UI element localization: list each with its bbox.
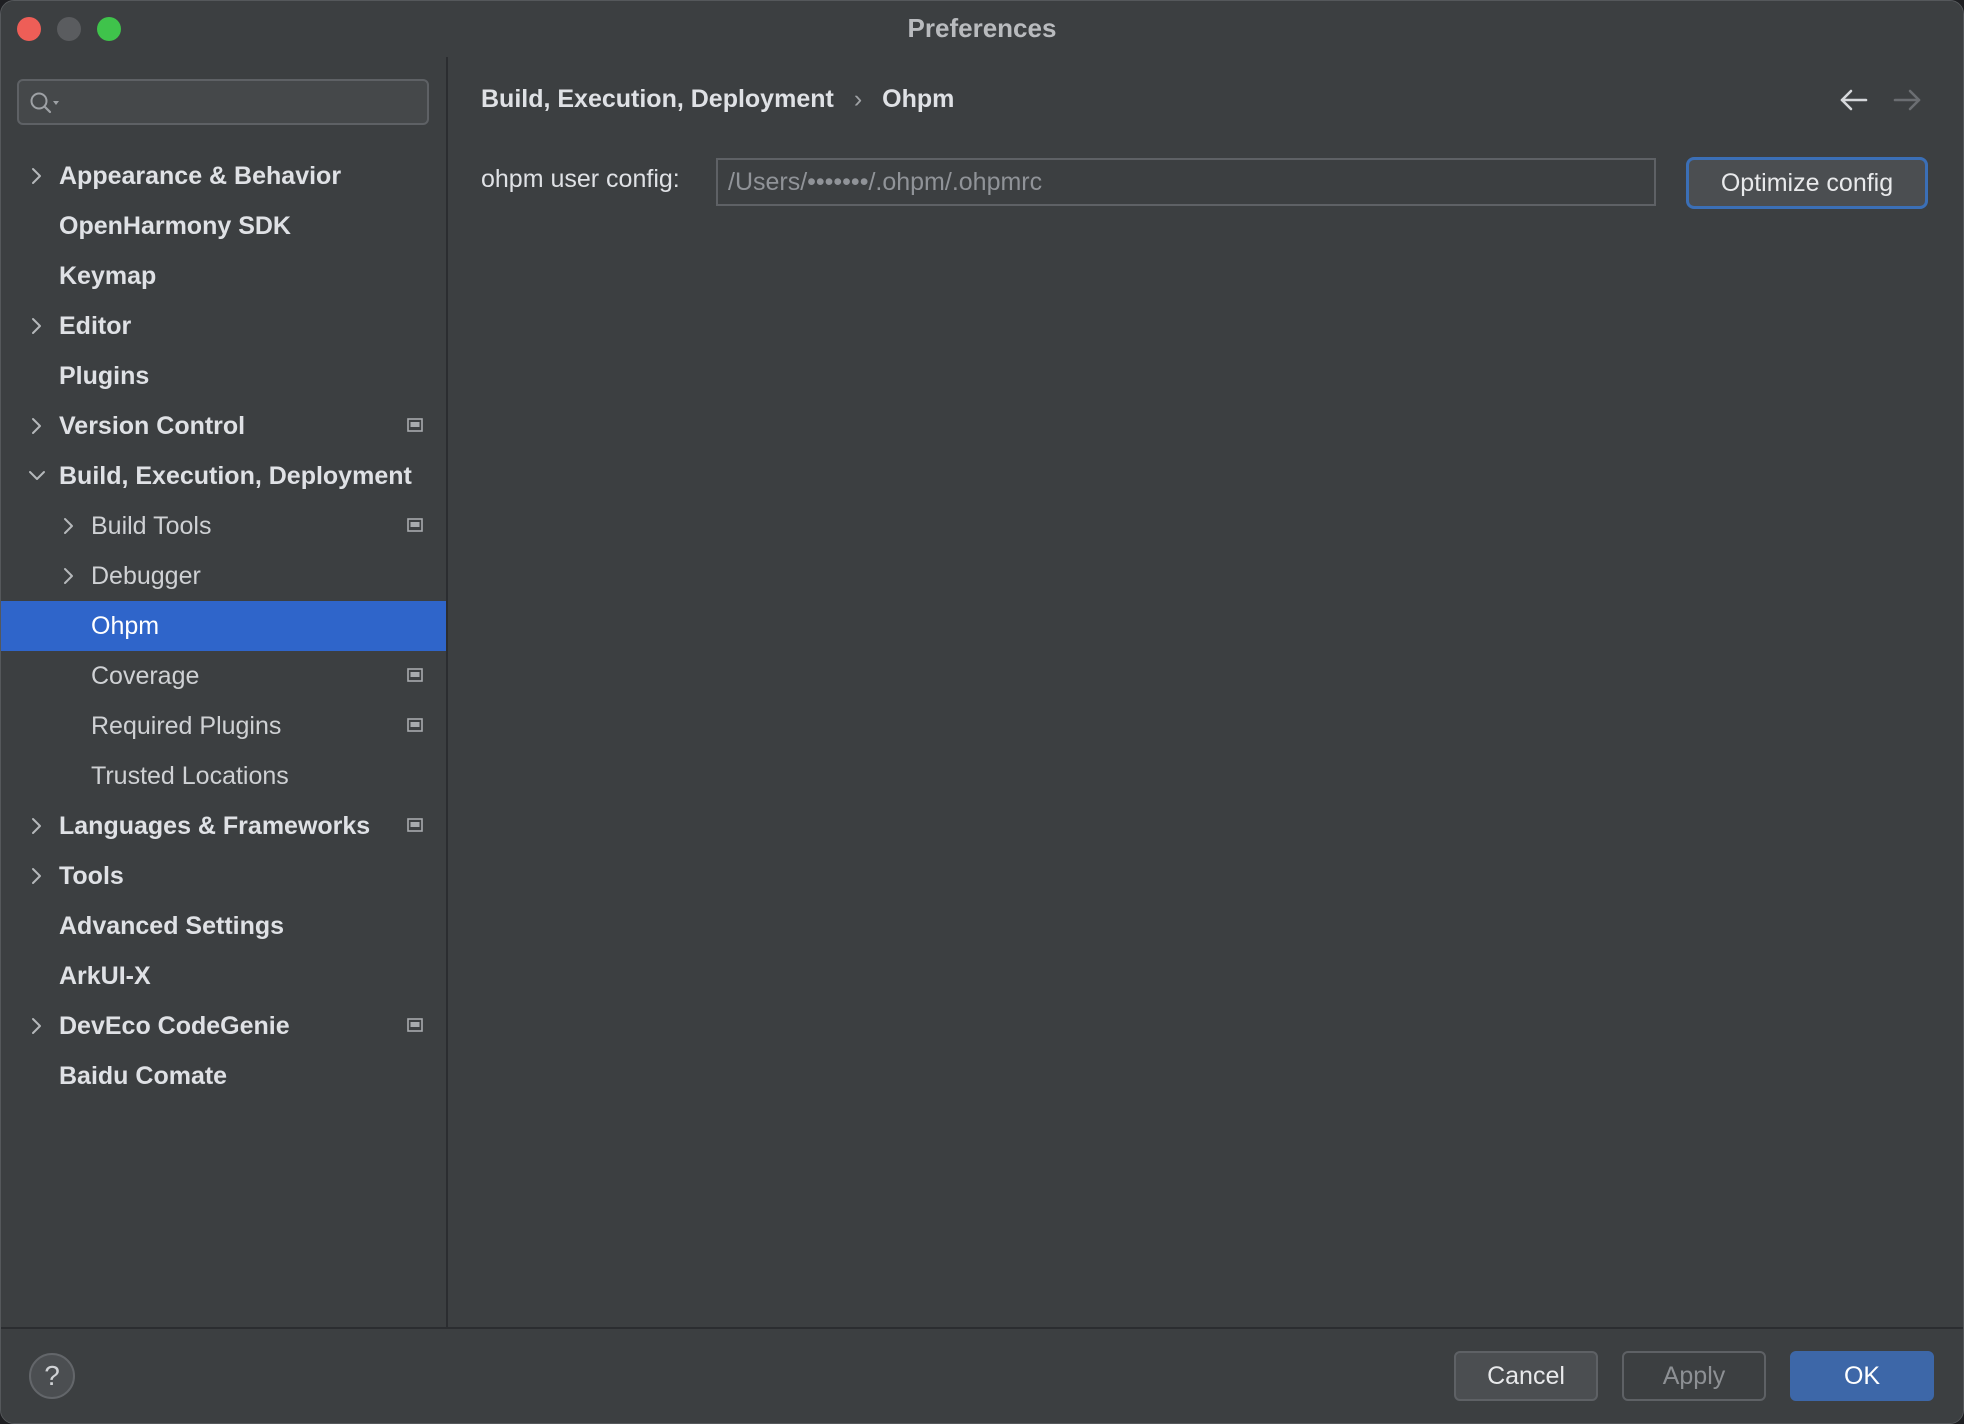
sidebar-item-deveco-codegenie[interactable]: DevEco CodeGenie (1, 1001, 446, 1051)
optimize-config-button[interactable]: Optimize config (1686, 157, 1928, 209)
chevron-right-icon[interactable] (27, 416, 47, 436)
sidebar-item-label: Build Tools (91, 512, 212, 540)
sidebar-item-tools[interactable]: Tools (1, 851, 446, 901)
sidebar-item-build-execution-deployment[interactable]: Build, Execution, Deployment (1, 451, 446, 501)
sidebar-item-baidu-comate[interactable]: Baidu Comate (1, 1051, 446, 1101)
sidebar-item-label: Coverage (91, 662, 200, 690)
apply-button[interactable]: Apply (1622, 1351, 1766, 1401)
sidebar-item-label: Ohpm (91, 612, 160, 640)
settings-search-field[interactable] (17, 79, 429, 125)
chevron-right-icon[interactable] (27, 1016, 47, 1036)
sidebar-item-label: Debugger (91, 562, 201, 590)
project-settings-icon (407, 418, 423, 432)
project-settings-icon (407, 1018, 423, 1032)
sidebar-item-label: ArkUI-X (59, 962, 151, 990)
chevron-down-icon[interactable] (27, 466, 47, 486)
project-settings-icon (407, 818, 423, 832)
project-settings-icon (407, 668, 423, 682)
sidebar-item-label: Appearance & Behavior (59, 162, 342, 190)
sidebar-item-debugger[interactable]: Debugger (1, 551, 446, 601)
breadcrumb-current: Ohpm (882, 85, 955, 113)
sidebar-item-openharmony-sdk[interactable]: OpenHarmony SDK (1, 201, 446, 251)
sidebar-item-label: Keymap (59, 262, 157, 290)
chevron-right-icon[interactable] (59, 566, 79, 586)
settings-content: Build, Execution, Deployment › Ohpm ohpm u… (448, 57, 1963, 1329)
preferences-window: Preferences Appearance & Behavior OpenHar… (0, 0, 1964, 1424)
settings-sidebar: Appearance & Behavior OpenHarmony SDK Keym… (1, 57, 448, 1329)
sidebar-item-label: OpenHarmony SDK (59, 212, 291, 240)
ok-button[interactable]: OK (1790, 1351, 1934, 1401)
ohpm-config-label: ohpm user config: (481, 165, 680, 193)
chevron-right-icon[interactable] (27, 316, 47, 336)
sidebar-item-label: Version Control (59, 412, 246, 440)
sidebar-item-label: Required Plugins (91, 712, 282, 740)
dialog-footer: ? Cancel Apply OK (1, 1327, 1963, 1423)
sidebar-item-trusted-locations[interactable]: Trusted Locations (1, 751, 446, 801)
sidebar-item-label: Editor (59, 312, 132, 340)
sidebar-item-advanced-settings[interactable]: Advanced Settings (1, 901, 446, 951)
project-settings-icon (407, 718, 423, 732)
chevron-right-icon[interactable] (59, 516, 79, 536)
help-button[interactable]: ? (29, 1353, 75, 1399)
sidebar-item-label: Baidu Comate (59, 1062, 228, 1090)
breadcrumb: Build, Execution, Deployment › Ohpm (481, 85, 954, 114)
title-bar: Preferences (1, 1, 1963, 57)
sidebar-item-version-control[interactable]: Version Control (1, 401, 446, 451)
sidebar-item-arkui-x[interactable]: ArkUI-X (1, 951, 446, 1001)
sidebar-item-editor[interactable]: Editor (1, 301, 446, 351)
sidebar-item-appearance-behavior[interactable]: Appearance & Behavior (1, 151, 446, 201)
back-arrow-icon[interactable] (1838, 85, 1870, 115)
settings-tree: Appearance & Behavior OpenHarmony SDK Keym… (1, 151, 446, 1101)
cancel-button[interactable]: Cancel (1454, 1351, 1598, 1401)
project-settings-icon (407, 518, 423, 532)
sidebar-item-coverage[interactable]: Coverage (1, 651, 446, 701)
ohpm-config-path-field[interactable] (716, 158, 1656, 206)
sidebar-item-keymap[interactable]: Keymap (1, 251, 446, 301)
chevron-right-icon[interactable] (27, 866, 47, 886)
sidebar-item-languages-frameworks[interactable]: Languages & Frameworks (1, 801, 446, 851)
sidebar-item-label: Plugins (59, 362, 150, 390)
sidebar-item-label: Tools (59, 862, 124, 890)
sidebar-item-label: Trusted Locations (91, 762, 289, 790)
search-icon (30, 92, 59, 114)
window-title: Preferences (907, 13, 1057, 43)
breadcrumb-parent[interactable]: Build, Execution, Deployment (481, 85, 834, 113)
sidebar-item-label: Build, Execution, Deployment (59, 462, 412, 490)
sidebar-item-label: Advanced Settings (59, 912, 285, 940)
sidebar-item-label: DevEco CodeGenie (59, 1012, 290, 1040)
sidebar-item-ohpm[interactable]: Ohpm (1, 601, 446, 651)
sidebar-item-plugins[interactable]: Plugins (1, 351, 446, 401)
sidebar-item-required-plugins[interactable]: Required Plugins (1, 701, 446, 751)
sidebar-item-label: Languages & Frameworks (59, 812, 371, 840)
chevron-right-icon[interactable] (27, 166, 47, 186)
breadcrumb-separator: › (853, 85, 863, 113)
forward-arrow-icon[interactable] (1891, 85, 1923, 115)
chevron-right-icon[interactable] (27, 816, 47, 836)
sidebar-item-build-tools[interactable]: Build Tools (1, 501, 446, 551)
